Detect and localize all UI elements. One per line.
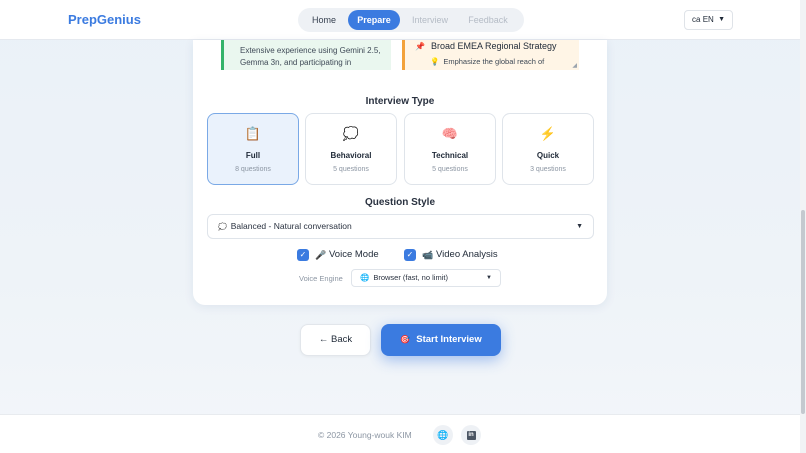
start-interview-button[interactable]: 🎯 Start Interview [381,324,501,356]
microphone-icon: 🎤 [315,250,327,260]
speech-bubble-icon: 💭 [218,224,227,231]
website-link[interactable]: 🌐 [433,425,453,445]
type-name: Technical [431,151,469,160]
main-nav: Home Prepare Interview Feedback [298,8,524,32]
type-count: 8 questions [235,166,271,173]
linkedin-link[interactable]: in [461,425,481,445]
type-count: 5 questions [432,166,468,173]
interview-type-title: Interview Type [365,96,435,107]
logo[interactable]: PrepGenius [68,12,141,27]
globe-icon: 🌐 [360,273,370,282]
prepare-card: Extensive experience using Gemini 2.5, G… [193,40,607,305]
tip-title: Broad EMEA Regional Strategy [430,41,557,51]
nav-interview[interactable]: Interview [404,10,456,30]
video-camera-icon: 📹 [422,250,434,260]
question-style-select[interactable]: 💭 Balanced - Natural conversation ▼ [207,214,594,239]
voice-engine-label: Voice Engine [299,274,343,283]
clipboard-icon: 📋 [244,126,262,141]
video-analysis-toggle[interactable]: ✓ 📹 Video Analysis [404,249,509,263]
page-scrollbar[interactable] [800,0,806,453]
voice-engine-value: Browser (fast, no limit) [373,273,448,282]
question-style-title: Question Style [364,197,435,208]
type-option-technical[interactable]: 🧠 Technical 5 questions [404,113,496,185]
voice-mode-checkbox[interactable]: ✓ [297,249,309,261]
video-analysis-label: Video Analysis [436,249,498,260]
brain-icon: 🧠 [441,126,459,141]
chevron-down-icon: ▼ [718,16,725,23]
tip-desc: Emphasize the global reach of [443,57,545,66]
chevron-down-icon: ▼ [576,223,583,230]
back-button[interactable]: ← Back [300,324,371,356]
strength-item: Extensive experience using Gemini 2.5, G… [221,40,391,70]
language-value: EN [702,15,714,24]
type-option-full[interactable]: 📋 Full 8 questions [207,113,299,185]
tip-item: 📌 Broad EMEA Regional Strategy 💡 Emphasize… [402,40,579,70]
strength-text: Extensive experience using Gemini 2.5, G… [240,46,381,67]
start-interview-label: Start Interview [416,334,482,345]
footer: © 2026 Young-wouk KIM 🌐 in [0,414,800,453]
video-analysis-checkbox[interactable]: ✓ [404,249,416,261]
type-name: Quick [536,151,560,160]
lightbulb-icon: 💡 [430,57,440,66]
copyright-text: © 2026 Young-wouk KIM [318,430,412,440]
voice-mode-label: Voice Mode [329,249,379,260]
voice-engine-select[interactable]: 🌐 Browser (fast, no limit) ▼ [351,269,501,287]
type-count: 5 questions [333,166,369,173]
nav-home[interactable]: Home [304,10,344,30]
voice-mode-toggle[interactable]: ✓ 🎤 Voice Mode [297,249,392,263]
scrollbar-thumb[interactable] [801,210,805,414]
type-option-quick[interactable]: ⚡ Quick 3 questions [502,113,594,185]
target-icon: 🎯 [400,335,411,344]
linkedin-icon: in [466,431,476,441]
language-prefix: ca [692,15,701,24]
globe-icon: 🌐 [437,430,449,440]
lightning-icon: ⚡ [539,126,557,141]
type-name: Full [245,151,261,160]
type-count: 3 questions [530,166,566,173]
resize-handle-icon[interactable]: ◢ [572,62,577,69]
speech-bubble-icon: 💭 [342,126,360,141]
nav-prepare[interactable]: Prepare [348,10,400,30]
nav-feedback[interactable]: Feedback [460,10,516,30]
question-style-value: Balanced - Natural conversation [230,221,352,231]
type-option-behavioral[interactable]: 💭 Behavioral 5 questions [305,113,397,185]
pin-icon: 📌 [415,42,425,51]
language-select[interactable]: ca EN ▼ [684,10,733,30]
top-nav-bar: PrepGenius Home Prepare Interview Feedba… [0,0,800,40]
type-name: Behavioral [330,151,372,160]
chevron-down-icon: ▼ [486,275,492,281]
